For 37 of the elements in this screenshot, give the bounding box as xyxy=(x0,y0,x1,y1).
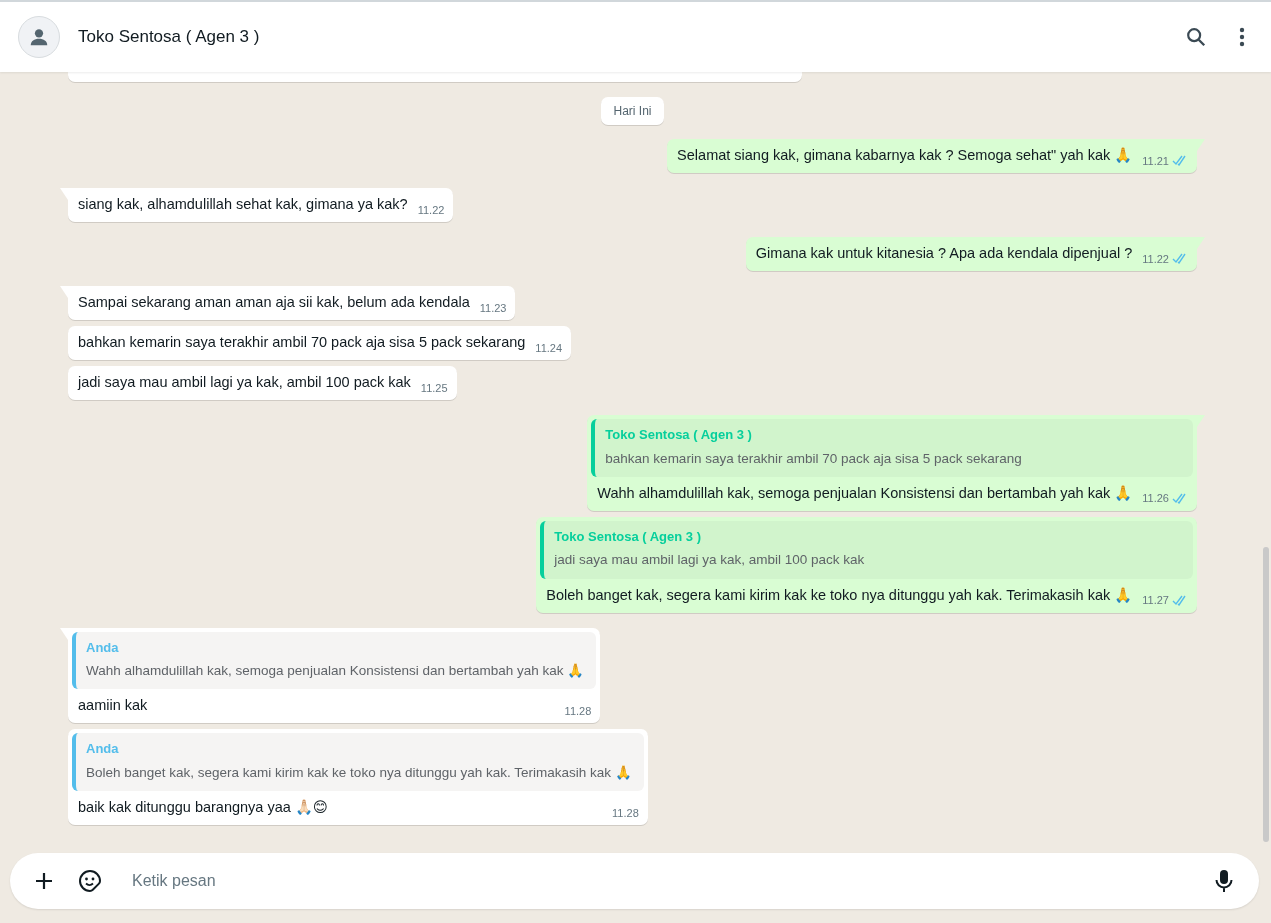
message-text: baik kak ditunggu barangnya yaa 🙏🏻😊 xyxy=(78,798,328,817)
contact-name[interactable]: Toko Sentosa ( Agen 3 ) xyxy=(78,24,260,50)
message-time: 11.25 xyxy=(420,380,448,396)
message-time: 11.21 xyxy=(1142,153,1169,169)
quote-text: jadi saya mau ambil lagi ya kak, ambil 100 pack kak xyxy=(554,551,866,570)
message-text: aamiin kak xyxy=(78,696,148,716)
quoted-message[interactable]: Toko Sentosa ( Agen 3 ) bahkan kemarin saya terakhir ambil 70 pack aja sisa 5 pack sekarang xyxy=(591,419,1193,477)
message-field[interactable]: Ketik pesan xyxy=(10,853,1259,909)
message-time: 11.27 xyxy=(1142,593,1169,608)
message-text: bahkan kemarin saya terakhir ambil 70 pack aja sisa 5 pack sekarang xyxy=(78,333,526,352)
message-text: jadi saya mau ambil lagi ya kak, ambil 100 pack kak xyxy=(78,373,411,392)
message-text: Wahh alhamdulillah kak, semoga penjualan Konsistensi dan bertambah yah kak 🙏 xyxy=(597,483,1133,503)
quote-author: Anda xyxy=(86,740,120,759)
message-time: 11.22 xyxy=(417,202,445,218)
scrollbar[interactable] xyxy=(1263,547,1269,842)
message-time: 11.22 xyxy=(1142,251,1169,267)
quote-text: Boleh banget kak, segera kami kirim kak ke toko nya ditunggu yah kak. Terimakasih kak 🙏 xyxy=(86,763,632,782)
message-text: Sampai sekarang aman aman aja sii kak, belum ada kendala xyxy=(78,293,470,312)
message-text: Boleh banget kak, segera kami kirim kak ke toko nya ditunggu yah kak. Terimakasih kak 🙏 xyxy=(546,585,1133,605)
message-input[interactable]: Ketik pesan xyxy=(130,868,1195,894)
message-time: 11.28 xyxy=(564,703,592,719)
quote-author: Toko Sentosa ( Agen 3 ) xyxy=(554,527,702,546)
message-text: Selamat siang kak, gimana kabarnya kak ? Semoga sehat" yah kak 🙏 xyxy=(677,146,1133,165)
message-time: 11.24 xyxy=(535,340,563,356)
quoted-message[interactable]: Toko Sentosa ( Agen 3 ) jadi saya mau ambil lagi ya kak, ambil 100 pack kak xyxy=(540,520,1193,579)
quote-text: bahkan kemarin saya terakhir ambil 70 pack aja sisa 5 pack sekarang xyxy=(605,449,1023,468)
message-text: Gimana kak untuk kitanesia ? Apa ada kendala dipenjual ? xyxy=(755,244,1133,263)
message-time: 11.23 xyxy=(479,300,507,316)
quoted-message[interactable]: Anda Wahh alhamdulillah kak, semoga penjualan Konsistensi dan bertambah yah kak 🙏 xyxy=(72,631,597,690)
quote-author: Toko Sentosa ( Agen 3 ) xyxy=(605,426,753,444)
quoted-message[interactable]: Anda Boleh banget kak, segera kami kirim kak ke toko nya ditunggu yah kak. Terimakasih kak 🙏 xyxy=(72,733,644,791)
quote-text: Wahh alhamdulillah kak, semoga penjualan Konsistensi dan bertambah yah kak 🙏 xyxy=(86,662,585,680)
contact-avatar[interactable] xyxy=(18,16,60,58)
message-time: 11.28 xyxy=(612,805,639,821)
quote-author: Anda xyxy=(86,638,120,657)
message-time: 11.26 xyxy=(1142,491,1169,507)
message-text: siang kak, alhamdulillah sehat kak, gimana ya kak? xyxy=(78,195,408,214)
